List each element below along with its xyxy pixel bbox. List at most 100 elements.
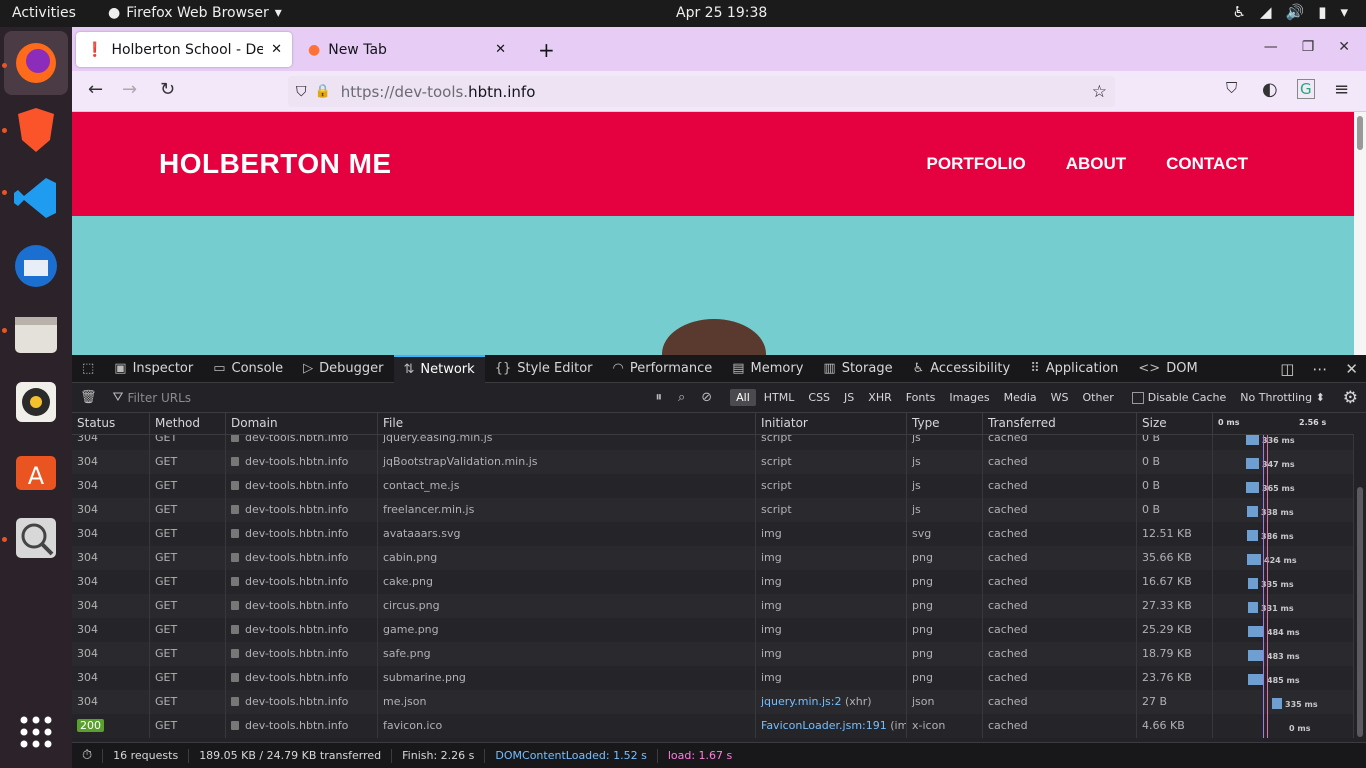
tab-holberton[interactable]: ❗ Holberton School - Devel ✕ (76, 32, 292, 67)
table-row[interactable]: 304 GET dev-tools.hbtn.info avataaars.sv… (72, 522, 1354, 546)
close-icon[interactable]: ✕ (495, 42, 506, 57)
app-menu[interactable]: ● Firefox Web Browser ▾ (108, 5, 282, 21)
filter-urls-input[interactable]: Filter URLs (127, 391, 647, 405)
stopwatch-icon[interactable]: ⏱ (72, 748, 104, 763)
col-domain[interactable]: Domain (226, 413, 378, 434)
bookmark-star-icon[interactable]: ☆ (1092, 82, 1107, 102)
network-icon[interactable]: ◢ (1260, 3, 1272, 21)
close-icon[interactable]: ✕ (1345, 360, 1358, 378)
accessibility-icon[interactable]: ♿ (1233, 3, 1246, 21)
tab-debugger[interactable]: ▷ Debugger (293, 355, 393, 383)
block-icon[interactable]: ⊘ (693, 390, 720, 405)
minimize-icon[interactable]: — (1264, 39, 1278, 55)
tab-performance[interactable]: ◠ Performance (603, 355, 723, 383)
filter-type-media[interactable]: Media (998, 389, 1043, 406)
dock-image-viewer[interactable] (4, 506, 68, 570)
request-list-scrollbar[interactable] (1354, 413, 1366, 742)
tab-application[interactable]: ⠿ Application (1020, 355, 1128, 383)
tab-inspector[interactable]: ▣ Inspector (104, 355, 203, 383)
disable-cache-checkbox[interactable]: Disable Cache (1131, 391, 1226, 404)
table-row[interactable]: 304 GET dev-tools.hbtn.info cabin.png im… (72, 546, 1354, 570)
initiator-link[interactable]: FaviconLoader.jsm:191 (761, 719, 887, 732)
tab-memory[interactable]: ▤ Memory (722, 355, 813, 383)
dock-thunderbird[interactable] (4, 234, 68, 298)
close-icon[interactable]: ✕ (271, 42, 282, 57)
dock-vscode[interactable] (4, 166, 68, 230)
shield-icon[interactable]: ⛉ (296, 84, 307, 100)
col-file[interactable]: File (378, 413, 756, 434)
element-picker-icon[interactable]: ⬚ (72, 355, 104, 383)
url-bar[interactable]: ⛉ 🔒 https://dev-tools. hbtn.info ☆ (288, 76, 1115, 107)
tab-new[interactable]: ● New Tab ✕ (298, 32, 516, 67)
col-type[interactable]: Type (907, 413, 983, 434)
back-icon[interactable]: ← (88, 79, 103, 100)
chevron-down-icon[interactable]: ▾ (1340, 3, 1348, 21)
col-method[interactable]: Method (150, 413, 226, 434)
table-row[interactable]: 304 GET dev-tools.hbtn.info contact_me.j… (72, 474, 1354, 498)
nav-about[interactable]: ABOUT (1066, 154, 1126, 174)
activities-button[interactable]: Activities (12, 5, 76, 21)
filter-type-js[interactable]: JS (838, 389, 860, 406)
col-initiator[interactable]: Initiator (756, 413, 907, 434)
filter-type-xhr[interactable]: XHR (862, 389, 897, 406)
pocket-icon[interactable]: ⛉ (1226, 79, 1237, 97)
col-transferred[interactable]: Transferred (983, 413, 1137, 434)
menu-icon[interactable]: ≡ (1334, 79, 1349, 100)
dock-side-icon[interactable]: ◫ (1280, 360, 1294, 378)
dock-firefox[interactable] (4, 31, 68, 95)
table-row[interactable]: 304 GET dev-tools.hbtn.info game.png img… (72, 618, 1354, 642)
close-icon[interactable]: ✕ (1338, 39, 1350, 55)
table-row[interactable]: 304 GET dev-tools.hbtn.info me.json jque… (72, 690, 1354, 714)
tab-storage[interactable]: ▥ Storage (813, 355, 902, 383)
page-scrollbar[interactable] (1354, 112, 1366, 355)
dock-app-grid[interactable] (4, 700, 68, 764)
table-row[interactable]: 304 GET dev-tools.hbtn.info submarine.pn… (72, 666, 1354, 690)
filter-type-images[interactable]: Images (943, 389, 995, 406)
new-tab-button[interactable]: + (528, 32, 558, 67)
table-row[interactable]: 304 GET dev-tools.hbtn.info jquery.easin… (72, 435, 1354, 450)
table-row[interactable]: 304 GET dev-tools.hbtn.info circus.png i… (72, 594, 1354, 618)
trash-icon[interactable]: 🗑 (72, 390, 105, 405)
search-icon[interactable]: ⌕ (670, 390, 693, 405)
clock[interactable]: Apr 25 19:38 (676, 5, 767, 21)
battery-icon[interactable]: ▮ (1318, 3, 1326, 21)
lock-icon[interactable]: 🔒 (315, 84, 331, 99)
table-row[interactable]: 304 GET dev-tools.hbtn.info jqBootstrapV… (72, 450, 1354, 474)
table-row[interactable]: 304 GET dev-tools.hbtn.info safe.png img… (72, 642, 1354, 666)
gear-icon[interactable]: ⚙ (1343, 388, 1358, 408)
initiator-link[interactable]: jquery.min.js:2 (761, 695, 841, 708)
tab-dom[interactable]: <> DOM (1128, 355, 1207, 383)
reload-icon[interactable]: ↻ (160, 79, 175, 100)
filter-type-html[interactable]: HTML (758, 389, 801, 406)
col-waterfall[interactable]: 0 ms 2.56 s (1213, 413, 1354, 434)
dock-rhythmbox[interactable] (4, 370, 68, 434)
tab-console[interactable]: ▭ Console (203, 355, 293, 383)
forward-icon[interactable]: → (122, 79, 137, 100)
table-row[interactable]: 200 GET dev-tools.hbtn.info favicon.ico … (72, 714, 1354, 738)
table-row[interactable]: 304 GET dev-tools.hbtn.info cake.png img… (72, 570, 1354, 594)
nav-contact[interactable]: CONTACT (1166, 154, 1248, 174)
system-tray[interactable]: ♿ ◢ 🔊 ▮ ▾ (1233, 3, 1348, 21)
maximize-icon[interactable]: ❐ (1302, 39, 1315, 55)
tab-style-editor[interactable]: {} Style Editor (485, 355, 603, 383)
table-row[interactable]: 304 GET dev-tools.hbtn.info freelancer.m… (72, 498, 1354, 522)
dock-brave[interactable] (4, 98, 68, 162)
dock-files[interactable] (4, 302, 68, 366)
tab-network[interactable]: ⇅ Network (393, 354, 485, 383)
pause-icon[interactable]: ⏸ (647, 390, 670, 405)
volume-icon[interactable]: 🔊 (1286, 3, 1305, 21)
col-size[interactable]: Size (1137, 413, 1213, 434)
grammarly-icon[interactable]: G (1297, 79, 1315, 99)
more-options-icon[interactable]: ⋯ (1312, 360, 1327, 378)
filter-type-all[interactable]: All (730, 389, 756, 406)
filter-type-ws[interactable]: WS (1045, 389, 1075, 406)
filter-type-other[interactable]: Other (1077, 389, 1120, 406)
tab-accessibility[interactable]: ♿ Accessibility (903, 355, 1021, 383)
throttling-select[interactable]: No Throttling ⬍ (1240, 391, 1325, 404)
dock-software[interactable]: A (4, 438, 68, 502)
filter-type-fonts[interactable]: Fonts (900, 389, 942, 406)
nav-portfolio[interactable]: PORTFOLIO (927, 154, 1026, 174)
contrast-icon[interactable]: ◐ (1262, 79, 1278, 100)
filter-type-css[interactable]: CSS (802, 389, 836, 406)
col-status[interactable]: Status (72, 413, 150, 434)
